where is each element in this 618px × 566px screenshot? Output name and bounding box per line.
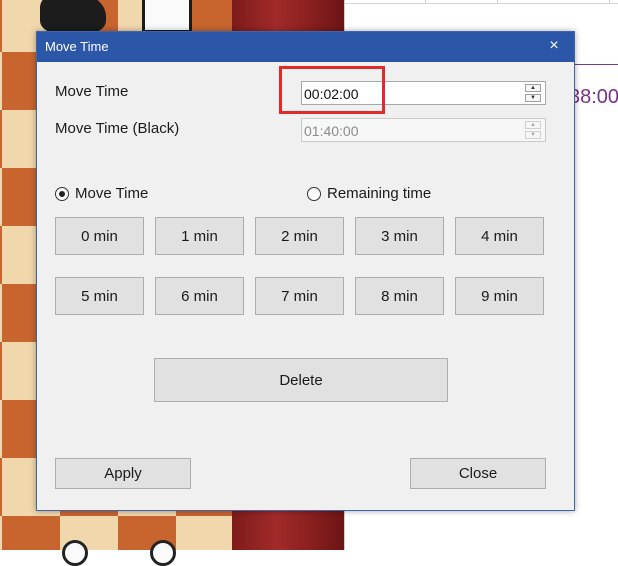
black-knight-piece[interactable] — [40, 0, 106, 34]
tab-separator — [609, 0, 610, 4]
move-time-value: 00:02:00 — [304, 86, 359, 102]
preset-0-min-button[interactable]: 0 min — [55, 217, 144, 255]
spin-up-icon[interactable]: ▲ — [525, 121, 541, 129]
tab-separator — [497, 0, 498, 4]
move-time-black-value: 01:40:00 — [304, 123, 359, 139]
radio-move-time-label: Move Time — [75, 185, 149, 202]
move-time-spinner[interactable]: ▲ ▼ — [525, 84, 543, 102]
white-pawn-piece[interactable] — [150, 540, 176, 566]
radio-checked-icon[interactable] — [55, 186, 69, 201]
preset-9-min-button[interactable]: 9 min — [455, 277, 544, 315]
panel-divider — [574, 64, 618, 65]
close-button[interactable]: Close — [410, 458, 546, 489]
spin-down-icon[interactable]: ▼ — [525, 131, 541, 139]
preset-6-min-button[interactable]: 6 min — [155, 277, 244, 315]
radio-remaining-time[interactable]: Remaining time — [307, 185, 431, 202]
preset-2-min-button[interactable]: 2 min — [255, 217, 344, 255]
spin-down-icon[interactable]: ▼ — [525, 94, 541, 102]
preset-8-min-button[interactable]: 8 min — [355, 277, 444, 315]
move-time-input[interactable]: 00:02:00 ▲ ▼ — [301, 81, 546, 105]
move-time-dialog: Move Time × Move Time 00:02:00 ▲ ▼ Move … — [36, 31, 575, 511]
preset-4-min-button[interactable]: 4 min — [455, 217, 544, 255]
preset-1-min-button[interactable]: 1 min — [155, 217, 244, 255]
tab-separator — [425, 0, 426, 4]
move-time-black-spinner[interactable]: ▲ ▼ — [525, 121, 543, 139]
delete-button[interactable]: Delete — [154, 358, 448, 402]
radio-move-time[interactable]: Move Time — [55, 185, 148, 202]
panel-tab-strip — [345, 0, 618, 4]
dialog-title: Move Time — [45, 39, 109, 54]
spin-up-icon[interactable]: ▲ — [525, 84, 541, 92]
dialog-titlebar[interactable]: Move Time × — [37, 32, 574, 62]
apply-button[interactable]: Apply — [55, 458, 191, 489]
close-icon[interactable]: × — [544, 36, 564, 56]
move-time-black-input[interactable]: 01:40:00 ▲ ▼ — [301, 118, 546, 142]
white-pawn-piece[interactable] — [62, 540, 88, 566]
move-time-black-label: Move Time (Black) — [55, 120, 180, 137]
preset-3-min-button[interactable]: 3 min — [355, 217, 444, 255]
radio-unchecked-icon[interactable] — [307, 186, 321, 201]
preset-7-min-button[interactable]: 7 min — [255, 277, 344, 315]
preset-5-min-button[interactable]: 5 min — [55, 277, 144, 315]
radio-remaining-time-label: Remaining time — [327, 185, 432, 202]
white-rook-piece[interactable] — [142, 0, 192, 33]
move-time-label: Move Time — [55, 83, 129, 100]
background-clock: 38:00 — [569, 86, 618, 108]
